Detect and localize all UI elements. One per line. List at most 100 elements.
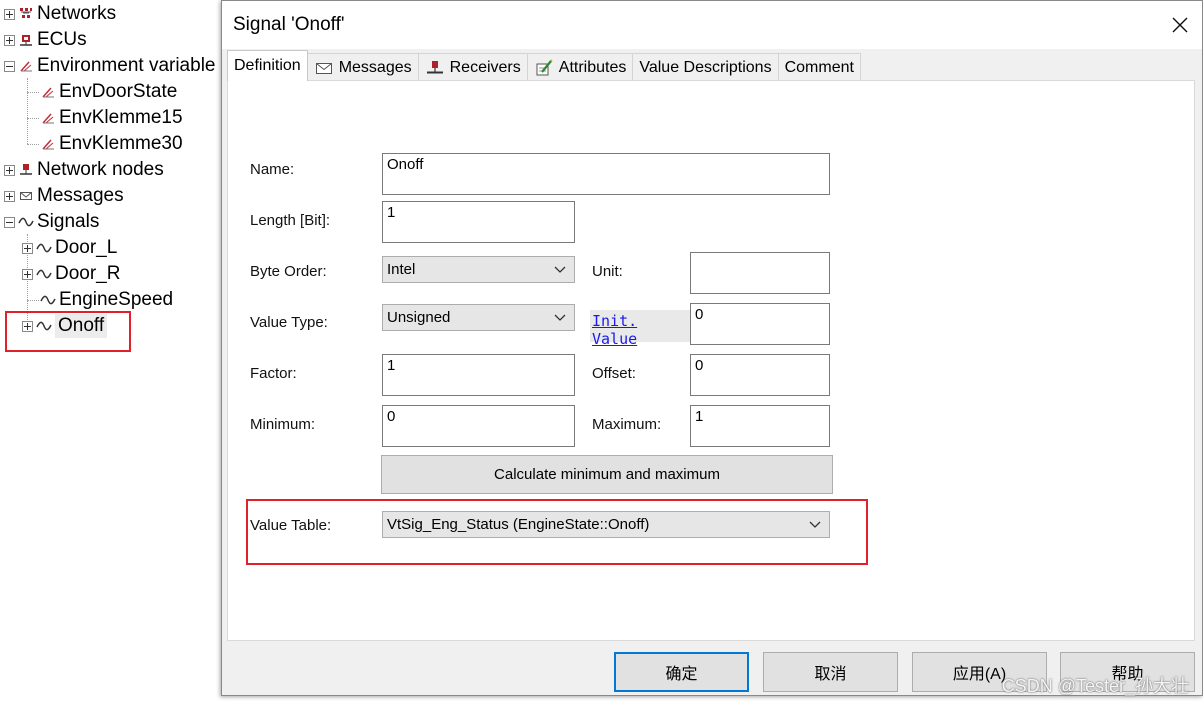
tree-connector xyxy=(27,144,39,145)
tab-attributes[interactable]: Attributes xyxy=(526,53,634,81)
tab-strip: Definition Messages Receivers Attributes… xyxy=(227,50,861,81)
tree-connector xyxy=(27,300,39,301)
tree-item-label: Signals xyxy=(37,211,100,232)
expand-toggle-icon[interactable] xyxy=(22,242,33,254)
expand-toggle-icon[interactable] xyxy=(4,190,15,202)
factor-label: Factor: xyxy=(250,365,297,382)
tab-label: Definition xyxy=(234,57,301,74)
dialog-title: Signal 'Onoff' xyxy=(233,14,345,35)
tree-item-label: EngineSpeed xyxy=(59,289,174,310)
expand-toggle-icon[interactable] xyxy=(4,8,15,20)
expand-toggle-icon[interactable] xyxy=(4,34,15,46)
tree-item-ecus[interactable]: ECUs xyxy=(4,27,87,53)
tree-item-network-nodes[interactable]: Network nodes xyxy=(4,157,164,183)
minimum-label: Minimum: xyxy=(250,416,316,433)
tree-item-envklemme30[interactable]: EnvKlemme30 xyxy=(40,131,183,157)
tree-item-door-l[interactable]: Door_L xyxy=(22,235,117,261)
length-input[interactable]: 1 xyxy=(382,201,575,243)
byte-order-label: Byte Order: xyxy=(250,263,327,280)
tree-item-label: Environment variable xyxy=(37,55,216,76)
expand-toggle-icon[interactable] xyxy=(22,268,33,280)
tree-item-label: ECUs xyxy=(37,29,87,50)
tree-item-label: Network nodes xyxy=(37,159,164,180)
tree-item-signals[interactable]: Signals xyxy=(4,209,99,235)
networks-icon xyxy=(18,6,34,22)
tab-messages[interactable]: Messages xyxy=(306,53,419,81)
tree-item-label: Networks xyxy=(37,3,117,24)
tab-label: Attributes xyxy=(558,58,627,76)
tree-item-messages[interactable]: Messages xyxy=(4,183,124,209)
tab-value-descriptions[interactable]: Value Descriptions xyxy=(632,53,779,81)
tab-receivers[interactable]: Receivers xyxy=(417,53,528,81)
tree-item-networks[interactable]: Networks xyxy=(4,1,116,27)
tab-label: Messages xyxy=(338,58,412,76)
tree-item-label: EnvDoorState xyxy=(59,81,178,102)
calculate-min-max-button[interactable]: Calculate minimum and maximum xyxy=(381,455,833,494)
name-input[interactable]: Onoff xyxy=(382,153,830,195)
tree-item-door-r[interactable]: Door_R xyxy=(22,261,120,287)
value-type-select[interactable]: Unsigned xyxy=(382,304,575,331)
environment-variable-icon xyxy=(40,136,56,152)
unit-input[interactable] xyxy=(690,252,830,294)
environment-variable-icon xyxy=(40,110,56,126)
tree-item-label: EnvKlemme30 xyxy=(59,133,183,154)
tree-item-enginespeed[interactable]: EngineSpeed xyxy=(40,287,173,313)
annotation-highlight-box xyxy=(246,499,868,565)
ok-button[interactable]: 确定 xyxy=(614,652,749,692)
tree-connector xyxy=(27,78,28,144)
collapse-toggle-icon[interactable] xyxy=(4,60,15,72)
attributes-icon xyxy=(534,58,554,77)
init-value-link[interactable]: Init. Value xyxy=(590,310,690,348)
environment-variable-icon xyxy=(40,84,56,100)
tree-item-label: Messages xyxy=(37,185,124,206)
close-icon xyxy=(1172,17,1188,33)
maximum-input[interactable]: 1 xyxy=(690,405,830,447)
init-value-input[interactable]: 0 xyxy=(690,303,830,345)
envelope-icon xyxy=(314,59,334,77)
signal-icon xyxy=(40,292,56,308)
signal-dialog: Signal 'Onoff' Definition Messages Recei… xyxy=(221,0,1203,696)
tree-item-envdoorstate[interactable]: EnvDoorState xyxy=(40,79,177,105)
length-label: Length [Bit]: xyxy=(250,212,331,229)
byte-order-select[interactable]: Intel xyxy=(382,256,575,283)
tab-label: Receivers xyxy=(449,58,521,76)
tree-item-label: Door_R xyxy=(55,263,121,284)
signal-icon xyxy=(36,266,52,282)
tree-item-environment-variables[interactable]: Environment variable xyxy=(4,53,215,79)
chevron-down-icon xyxy=(554,314,566,321)
tree-item-label: Door_L xyxy=(55,237,118,258)
collapse-toggle-icon[interactable] xyxy=(4,216,15,228)
chevron-down-icon xyxy=(554,266,566,273)
expand-toggle-icon[interactable] xyxy=(4,164,15,176)
maximum-label: Maximum: xyxy=(592,416,662,433)
tree-view[interactable]: Networks ECUs Environment variable EnvDo… xyxy=(0,0,222,704)
offset-input[interactable]: 0 xyxy=(690,354,830,396)
tab-label: Value Descriptions xyxy=(639,58,772,76)
dialog-titlebar[interactable]: Signal 'Onoff' xyxy=(222,1,1202,49)
watermark: CSDN @Tester_孙大壮 xyxy=(1001,676,1189,696)
definition-panel: Name: Onoff Length [Bit]: 1 Byte Order: … xyxy=(227,80,1195,641)
minimum-input[interactable]: 0 xyxy=(382,405,575,447)
name-label: Name: xyxy=(250,161,295,178)
close-button[interactable] xyxy=(1170,15,1190,35)
ecu-icon xyxy=(18,32,34,48)
tab-definition[interactable]: Definition xyxy=(227,50,308,81)
value-type-label: Value Type: xyxy=(250,314,328,331)
environment-variable-icon xyxy=(18,58,34,74)
signal-icon xyxy=(18,214,34,230)
cancel-button[interactable]: 取消 xyxy=(763,652,898,692)
tree-connector xyxy=(27,92,39,93)
tree-item-envklemme15[interactable]: EnvKlemme15 xyxy=(40,105,183,131)
network-node-icon xyxy=(18,162,34,178)
byte-order-value: Intel xyxy=(387,261,416,278)
signal-icon xyxy=(36,240,52,256)
factor-input[interactable]: 1 xyxy=(382,354,575,396)
receiver-node-icon xyxy=(425,59,445,77)
tab-label: Comment xyxy=(784,58,854,76)
unit-label: Unit: xyxy=(592,263,623,280)
annotation-highlight-box xyxy=(5,311,131,352)
message-icon xyxy=(18,188,34,204)
tab-comment[interactable]: Comment xyxy=(777,53,861,81)
value-type-value: Unsigned xyxy=(387,309,451,326)
offset-label: Offset: xyxy=(592,365,636,382)
